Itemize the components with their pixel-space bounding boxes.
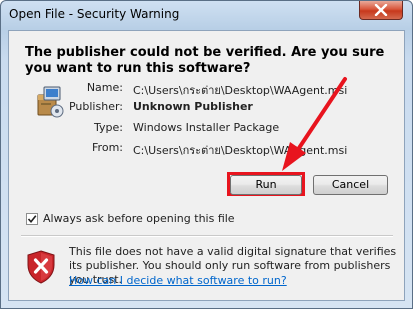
red-arrow-annotation xyxy=(282,77,347,171)
security-warning-dialog: Open File - Security Warning The publish… xyxy=(0,0,413,309)
